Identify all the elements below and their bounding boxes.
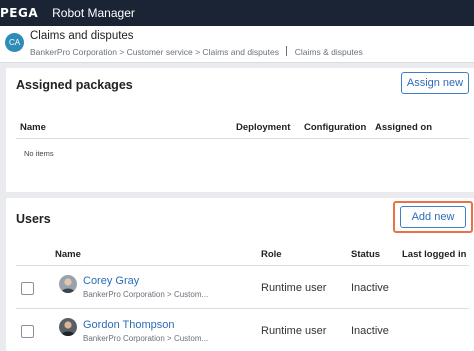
breadcrumb-path[interactable]: BankerPro Corporation > Customer service…: [30, 47, 279, 57]
user-name-link[interactable]: Gordon Thompson: [83, 319, 175, 331]
user-status: Inactive: [351, 282, 389, 294]
user-org: BankerPro Corporation > Custom...: [83, 290, 209, 299]
column-header-name[interactable]: Name: [20, 122, 46, 133]
user-name-link[interactable]: Corey Gray: [83, 275, 139, 287]
app-title: Robot Manager: [52, 6, 135, 20]
table-divider: [16, 138, 469, 139]
context-header: CA Claims and disputes BankerPro Corpora…: [0, 26, 474, 63]
person-photo-icon: [59, 275, 77, 293]
user-org: BankerPro Corporation > Custom...: [83, 334, 209, 343]
user-status: Inactive: [351, 325, 389, 337]
user-role: Runtime user: [261, 325, 327, 337]
column-header-configuration[interactable]: Configuration: [304, 122, 366, 133]
user-avatar: [59, 275, 77, 293]
table-divider: [16, 265, 469, 266]
row-checkbox[interactable]: [21, 325, 34, 338]
context-avatar: CA: [5, 33, 24, 52]
user-role: Runtime user: [261, 282, 327, 294]
assign-new-button[interactable]: Assign new: [401, 72, 469, 94]
column-header-status[interactable]: Status: [351, 249, 380, 260]
breadcrumb-divider: [286, 46, 288, 56]
users-title: Users: [16, 212, 51, 226]
context-title: Claims and disputes: [30, 30, 134, 42]
column-header-last-logged-in[interactable]: Last logged in: [402, 249, 466, 260]
top-bar: PEGA Robot Manager: [0, 0, 474, 26]
users-card: Users Add new Name Role Status Last logg…: [6, 198, 474, 351]
column-header-assigned-on[interactable]: Assigned on: [375, 122, 432, 133]
person-photo-icon: [59, 318, 77, 336]
empty-state: No items: [24, 149, 54, 158]
breadcrumb: BankerPro Corporation > Customer service…: [30, 46, 363, 57]
row-checkbox[interactable]: [21, 282, 34, 295]
breadcrumb-extra: Claims & disputes: [294, 47, 363, 57]
assigned-packages-title: Assigned packages: [16, 78, 133, 92]
column-header-name[interactable]: Name: [55, 249, 81, 260]
column-header-role[interactable]: Role: [261, 249, 282, 260]
assigned-packages-card: Assigned packages Assign new Name Deploy…: [6, 68, 474, 192]
add-new-button[interactable]: Add new: [400, 206, 466, 228]
user-avatar: [59, 318, 77, 336]
column-header-deployment[interactable]: Deployment: [236, 122, 290, 133]
pega-logo: PEGA: [0, 6, 39, 20]
row-divider: [16, 308, 469, 309]
